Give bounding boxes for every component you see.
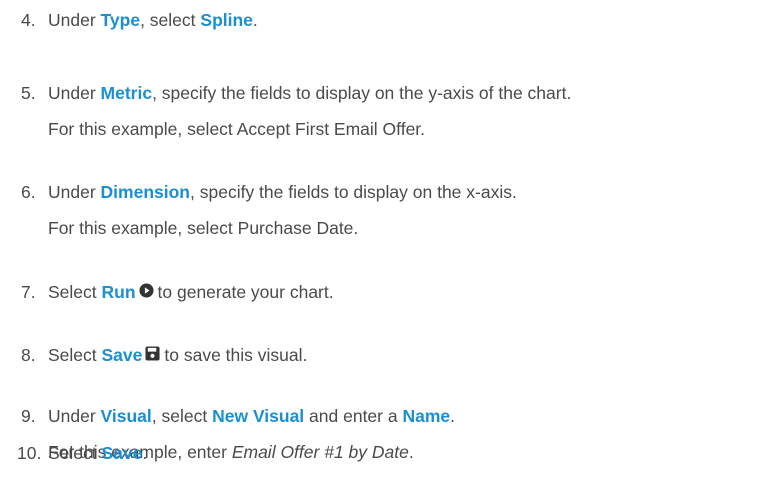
floppy-disk-icon	[145, 337, 160, 373]
text-run: , specify the fields to display on the y…	[152, 83, 572, 103]
ui-term: Metric	[100, 83, 153, 103]
step-number: 7.	[21, 282, 36, 302]
step-example-text: For this example, select Accept First Em…	[48, 111, 425, 147]
list-item: 8. Select Save to save this visual.	[0, 337, 781, 373]
text-run: Select	[48, 345, 102, 365]
text-run: For this example, select Accept First Em…	[48, 119, 426, 139]
text-run: Select	[48, 282, 102, 302]
text-run: to generate your chart.	[157, 282, 334, 302]
ui-term: New Visual	[212, 406, 305, 426]
step-text: Select Save to save this visual.	[48, 337, 307, 374]
ui-term: Spline	[200, 10, 253, 30]
text-run: Under	[48, 406, 101, 426]
text-run: Under	[48, 83, 101, 103]
ui-term: Type	[100, 10, 141, 30]
text-run: .	[142, 443, 148, 463]
ui-term: Save	[101, 345, 143, 365]
list-item: 6. Under Dimension, specify the fields to…	[0, 174, 781, 246]
text-run: and enter a	[304, 406, 403, 426]
ui-term: Save	[101, 443, 143, 463]
step-text: Under Type, select Spline.	[48, 2, 258, 38]
step-number: 6.	[21, 182, 36, 202]
text-run: , specify the fields to display on the x…	[190, 182, 517, 202]
text-run: For this example, select Purchase Date.	[48, 218, 359, 238]
play-circle-icon	[139, 274, 154, 310]
ui-term: Name	[402, 406, 451, 426]
text-run: .	[252, 10, 258, 30]
step-text: Select Run to generate your chart.	[48, 274, 334, 311]
text-run: Under	[48, 10, 101, 30]
step-number: 9.	[21, 406, 36, 426]
text-run: Under	[48, 182, 101, 202]
ui-term: Visual	[100, 406, 152, 426]
ui-term: Run	[101, 282, 136, 302]
step-number: 8.	[21, 345, 36, 365]
step-text: Select Save.	[48, 435, 147, 471]
text-run: Select	[48, 443, 102, 463]
step-text: Under Dimension, specify the fields to d…	[48, 174, 517, 210]
step-text: Under Metric, specify the fields to disp…	[48, 75, 571, 111]
step-text: Under Visual, select New Visual and ente…	[48, 398, 455, 434]
list-item: 10. Select Save.	[0, 435, 781, 471]
step-number: 4.	[21, 10, 36, 30]
ui-term: Dimension	[100, 182, 190, 202]
step-example-text: For this example, select Purchase Date.	[48, 210, 358, 246]
step-number: 10.	[17, 443, 42, 463]
text-run: .	[450, 406, 456, 426]
text-run: , select	[140, 10, 201, 30]
list-item: 4. Under Type, select Spline.	[0, 2, 781, 38]
step-number: 5.	[21, 83, 36, 103]
text-run: , select	[151, 406, 213, 426]
text-run: to save this visual.	[164, 345, 308, 365]
list-item: 7. Select Run to generate your chart.	[0, 274, 781, 310]
list-item: 5. Under Metric, specify the fields to di…	[0, 75, 781, 147]
